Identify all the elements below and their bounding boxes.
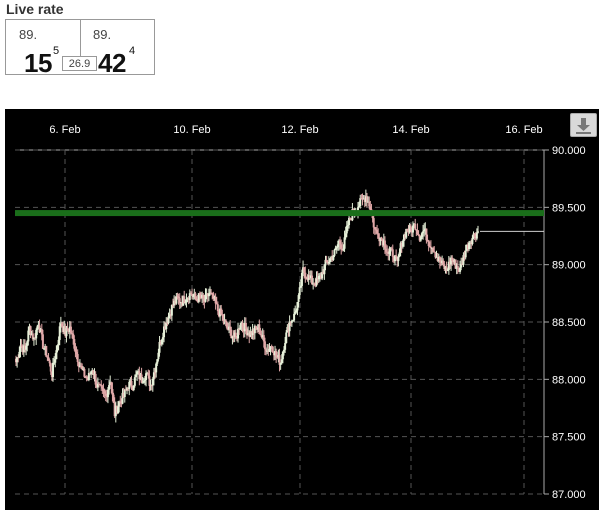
candle-body [284,343,287,350]
bid-big-digits: 15 [24,48,52,78]
bid-pip-digit: 5 [53,45,60,57]
candle-body [391,249,394,257]
candle-body [52,362,55,378]
candle-body [54,359,57,363]
spread-value: 26.9 [62,56,97,71]
live-rate-panel: 89. 89. 15 5 42 4 26.9 [5,19,155,78]
y-tick-label: 89.500 [552,202,586,214]
candle-body [49,363,52,372]
candle-body [333,249,336,256]
ask-prefix: 89. [93,27,112,42]
live-rate-title: Live rate [6,1,64,17]
candle-body [178,298,181,303]
candle-body [108,385,111,390]
candle-body [83,368,86,377]
candle-body [45,345,48,357]
candle-body [298,287,301,296]
candle-body [395,255,398,257]
y-tick-label: 87.000 [552,489,586,501]
x-tick-label: 12. Feb [281,124,318,136]
chart-canvas: 6. Feb 10. Feb 12. Feb 14. Feb 16. Feb 90.000… [15,124,586,501]
bid-prefix: 89. [19,27,38,42]
y-tick-label: 90.000 [552,145,586,157]
download-icon [576,118,591,134]
y-tick-label: 89.000 [552,260,586,272]
candle-body [414,223,417,230]
download-button[interactable] [570,113,597,137]
candle-body [123,389,126,397]
candle-body [464,250,467,258]
candle-body [76,354,79,363]
rate-divider [80,20,81,57]
price-chart: 6. Feb 10. Feb 12. Feb 14. Feb 16. Feb 90.000… [5,109,599,510]
ask-pip-digit: 4 [129,45,136,57]
candle-body [41,334,44,349]
candle-body [372,218,375,228]
x-tick-label: 16. Feb [505,124,542,136]
candle-body [133,377,136,386]
resistance-band [15,210,544,217]
y-tick-label: 88.500 [552,317,586,329]
y-tick-label: 87.500 [552,432,586,444]
y-tick-label: 88.000 [552,374,586,386]
x-tick-label: 6. Feb [49,124,80,136]
x-tick-label: 14. Feb [392,124,429,136]
x-tick-label: 10. Feb [173,124,210,136]
candle-body [285,332,288,344]
candle-body [477,231,479,233]
ask-big-digits: 42 [98,48,126,78]
